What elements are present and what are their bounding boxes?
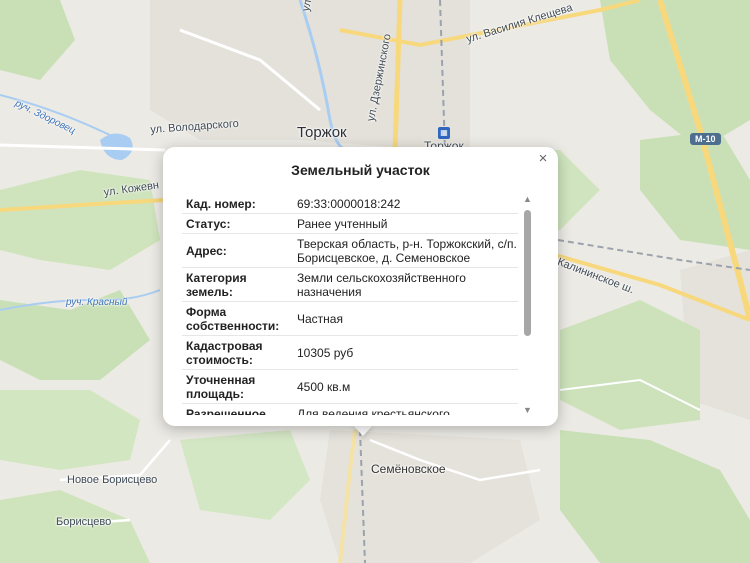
popup-title: Земельный участок (291, 162, 430, 178)
parcel-info-popup: Земельный участок × Кад. номер: 69:33:00… (163, 147, 558, 426)
info-key: Форма собственности: (186, 304, 280, 333)
map-label-village: Семёновское (371, 462, 446, 476)
scrollbar-thumb[interactable] (524, 210, 531, 336)
info-key: Категория земель: (186, 270, 247, 299)
info-row-cadastral-value: Кадастровая стоимость: 10305 руб (182, 336, 518, 370)
info-value: Тверская область, р-н. Торжокский, с/п. … (297, 236, 517, 265)
map-label-stream: руч. Красный (66, 297, 128, 308)
info-value: Земли сельскохозяйственного назначения (297, 270, 466, 299)
info-row-cadastral-number: Кад. номер: 69:33:0000018:242 (182, 194, 518, 214)
scroll-up-arrow-icon[interactable]: ▲ (523, 194, 532, 204)
info-row-land-category: Категория земель: Земли сельскохозяйстве… (182, 268, 518, 302)
close-button[interactable]: × (535, 151, 551, 167)
popup-scrollbar[interactable]: ▲ ▼ (523, 194, 532, 415)
railway-station-icon[interactable]: ▦ (438, 127, 450, 139)
info-row-status: Статус: Ранее учтенный (182, 214, 518, 234)
info-value: 4500 кв.м (297, 379, 351, 394)
info-key: Уточненная площадь: (186, 372, 256, 401)
info-value: Для ведения крестьянского (297, 406, 450, 416)
map-label-village: Новое Борисцево (67, 474, 158, 486)
info-key: Кадастровая стоимость: (186, 338, 263, 367)
scroll-down-arrow-icon[interactable]: ▼ (523, 405, 532, 415)
info-key: Адрес: (186, 243, 227, 258)
info-key: Кад. номер: (186, 196, 256, 211)
info-value: 69:33:0000018:242 (297, 196, 401, 211)
map-label-village: Борисцево (56, 516, 112, 528)
map-label-city: Торжок (297, 124, 347, 141)
info-row-area: Уточненная площадь: 4500 кв.м (182, 370, 518, 404)
info-key: Статус: (186, 216, 231, 231)
parcel-info-list[interactable]: Кад. номер: 69:33:0000018:242 Статус: Ра… (182, 194, 518, 415)
info-value: Ранее учтенный (297, 216, 388, 231)
info-row-ownership: Форма собственности: Частная (182, 302, 518, 336)
info-row-permitted-use: Разрешенное Для ведения крестьянского (182, 404, 518, 416)
info-value: 10305 руб (297, 345, 354, 360)
road-number-badge: М-10 (690, 133, 721, 145)
info-row-address: Адрес: Тверская область, р-н. Торжокский… (182, 234, 518, 268)
info-value: Частная (297, 311, 343, 326)
info-key: Разрешенное (186, 406, 266, 416)
